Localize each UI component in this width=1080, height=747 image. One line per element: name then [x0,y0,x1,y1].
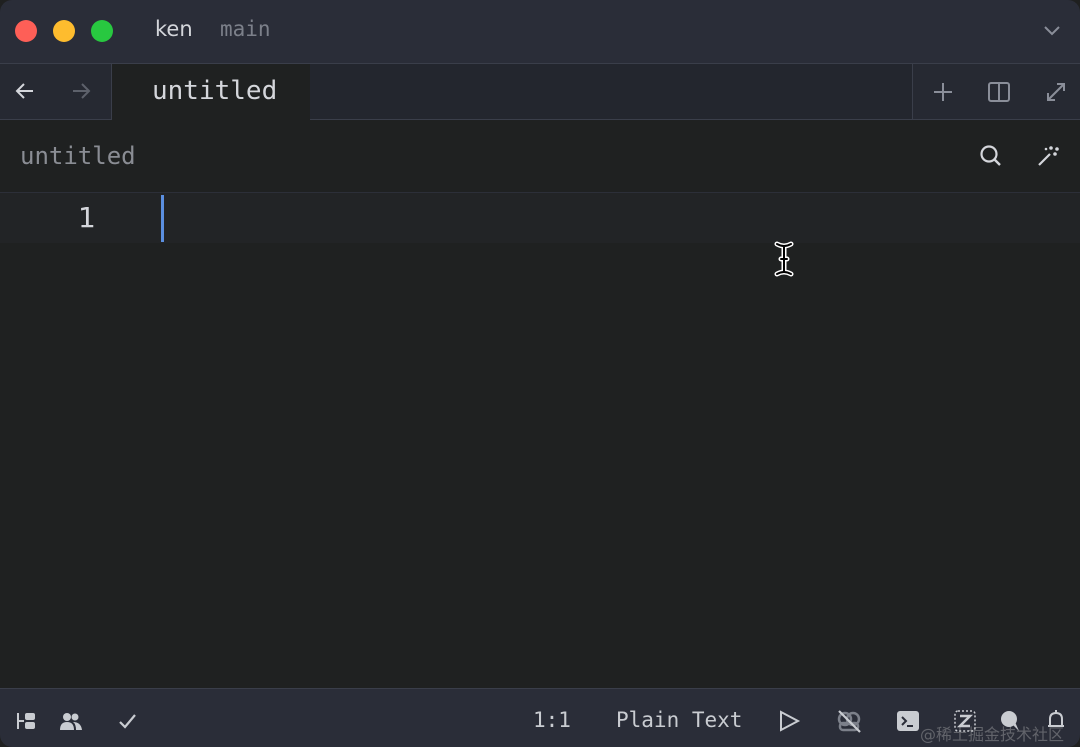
run-icon[interactable] [777,709,801,733]
collab-icon[interactable] [58,709,82,733]
terminal-icon[interactable] [896,709,920,733]
branch-name[interactable]: main [220,17,271,41]
zoom-window-button[interactable] [91,20,113,42]
arrow-left-icon[interactable] [12,78,38,104]
editor-toolbar: untitled [0,120,1080,193]
cursor-position[interactable]: 1:1 [533,708,571,732]
maximize-icon[interactable] [1043,79,1069,105]
magic-wand-icon[interactable] [1035,143,1061,169]
breadcrumb[interactable]: untitled [20,142,136,170]
watermark: @稀土掘金技术社区 [920,725,1065,744]
tab-actions [912,64,1080,119]
ibeam-cursor-icon [773,241,795,277]
arrow-right-icon[interactable] [68,78,94,104]
text-caret [161,195,164,242]
language-selector[interactable]: Plain Text [616,708,742,732]
chevron-down-icon[interactable] [1040,20,1064,40]
diagnostics-check-icon[interactable] [116,709,140,733]
plus-icon[interactable] [930,79,956,105]
tab-label: untitled [152,76,278,106]
split-icon[interactable] [986,79,1012,105]
minimize-window-button[interactable] [53,20,75,42]
project-panel-icon[interactable] [14,709,38,733]
tab-bar: untitled [0,64,1080,120]
editor-window: ken main untitled untitled 1 1:1 Plain T… [0,0,1080,747]
close-window-button[interactable] [15,20,37,42]
line-number: 1 [78,201,96,234]
tab-untitled[interactable]: untitled [111,64,311,120]
copilot-disabled-icon[interactable] [836,709,861,733]
search-icon[interactable] [978,143,1004,169]
editor-area[interactable]: 1 [0,193,1080,688]
project-name[interactable]: ken [155,17,193,41]
tab-bar-empty-space[interactable] [310,64,912,119]
status-bar: 1:1 Plain Text @稀土掘金技术社区 [0,688,1080,747]
title-bar: ken main [0,0,1080,64]
